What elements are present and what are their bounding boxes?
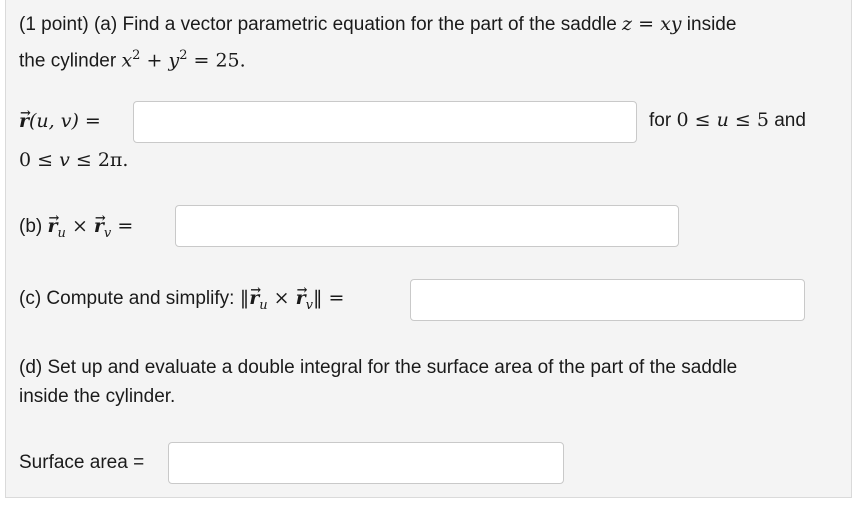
problem-line-1: (1 point) (a) Find a vector parametric e… bbox=[19, 13, 737, 35]
part-d-line-1: (d) Set up and evaluate a double integra… bbox=[19, 357, 738, 378]
part-c-label: (c) Compute and simplify: ‖ → ru × → rv‖ = bbox=[19, 283, 345, 313]
surface-area-label: Surface area = bbox=[19, 452, 145, 473]
cross-product-input[interactable] bbox=[175, 205, 679, 247]
inside-word: inside bbox=[686, 14, 737, 35]
saddle-z: z bbox=[622, 13, 633, 35]
cyl-y: y bbox=[168, 49, 180, 72]
cylinder-label: the cylinder bbox=[19, 50, 117, 72]
r-uv-input[interactable] bbox=[133, 101, 637, 143]
saddle-xy: xy bbox=[660, 13, 682, 35]
r-vector: → r bbox=[19, 106, 31, 132]
problem-line-2: the cylinder x2 + y2 = 25. bbox=[19, 48, 246, 72]
part-a-prompt: (a) Find a vector parametric equation fo… bbox=[93, 14, 617, 35]
part-b-label: (b) → ru × → rv = bbox=[19, 211, 134, 241]
cyl-value: 25. bbox=[215, 49, 246, 72]
v-range-text: 0 ≤ v ≤ 2π. bbox=[19, 149, 129, 171]
u-range-text: for 0 ≤ u ≤ 5 and bbox=[649, 109, 806, 131]
points-label: (1 point) bbox=[19, 14, 89, 35]
problem-panel bbox=[5, 0, 852, 498]
cyl-x: x bbox=[121, 49, 133, 72]
surface-area-input[interactable] bbox=[168, 442, 564, 484]
norm-input[interactable] bbox=[410, 279, 805, 321]
r-uv-label: → r(u, v) = bbox=[19, 106, 101, 132]
part-d-line-2: inside the cylinder. bbox=[19, 386, 176, 407]
r-args: (u, v) bbox=[29, 110, 79, 132]
